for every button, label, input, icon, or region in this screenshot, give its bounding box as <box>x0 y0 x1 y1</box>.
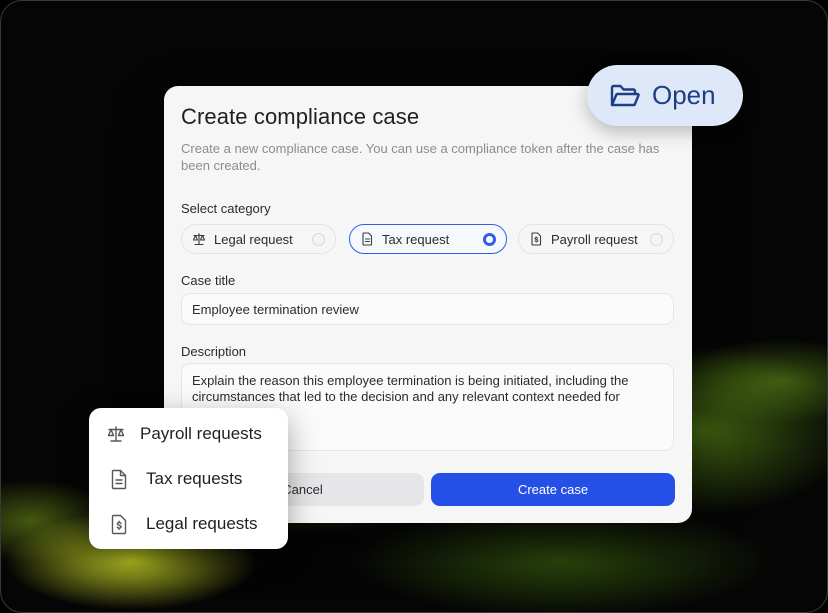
case-title-label: Case title <box>181 273 236 288</box>
open-badge[interactable]: Open <box>587 65 743 126</box>
radio-button-selected[interactable] <box>483 232 496 246</box>
scale-icon <box>192 232 206 246</box>
case-title-input[interactable]: Employee termination review <box>181 293 674 325</box>
background-frame: Create compliance case Create a new comp… <box>0 0 828 613</box>
menu-item-label: Payroll requests <box>140 424 262 443</box>
description-label: Description <box>181 344 247 359</box>
menu-item-label: Tax requests <box>146 469 243 488</box>
menu-item-tax-requests[interactable]: Tax requests <box>89 464 288 494</box>
menu-item-payroll-requests[interactable]: Payroll requests <box>89 419 288 449</box>
category-option-label: Tax request <box>382 231 450 247</box>
category-label: Select category <box>181 201 271 216</box>
category-option-legal[interactable]: Legal request <box>181 224 336 254</box>
scale-icon <box>105 423 127 445</box>
document-icon <box>108 468 130 490</box>
menu-item-legal-requests[interactable]: Legal requests <box>89 509 288 539</box>
menu-item-label: Legal requests <box>146 514 258 533</box>
category-option-label: Legal request <box>214 231 293 247</box>
document-icon <box>360 232 374 246</box>
request-type-menu: Payroll requests Tax requests Legal requ… <box>89 408 288 549</box>
dollar-document-icon <box>529 232 543 246</box>
create-case-button[interactable]: Create case <box>431 473 675 506</box>
dialog-title: Create compliance case <box>181 104 420 129</box>
category-option-label: Payroll request <box>551 231 638 247</box>
category-option-payroll[interactable]: Payroll request <box>518 224 674 254</box>
dollar-document-icon <box>108 513 130 535</box>
open-badge-label: Open <box>652 80 716 110</box>
folder-open-icon <box>609 82 641 110</box>
radio-button[interactable] <box>650 232 663 246</box>
radio-button[interactable] <box>312 232 325 246</box>
dialog-subtitle: Create a new compliance case. You can us… <box>181 141 660 173</box>
category-option-tax[interactable]: Tax request <box>349 224 507 254</box>
